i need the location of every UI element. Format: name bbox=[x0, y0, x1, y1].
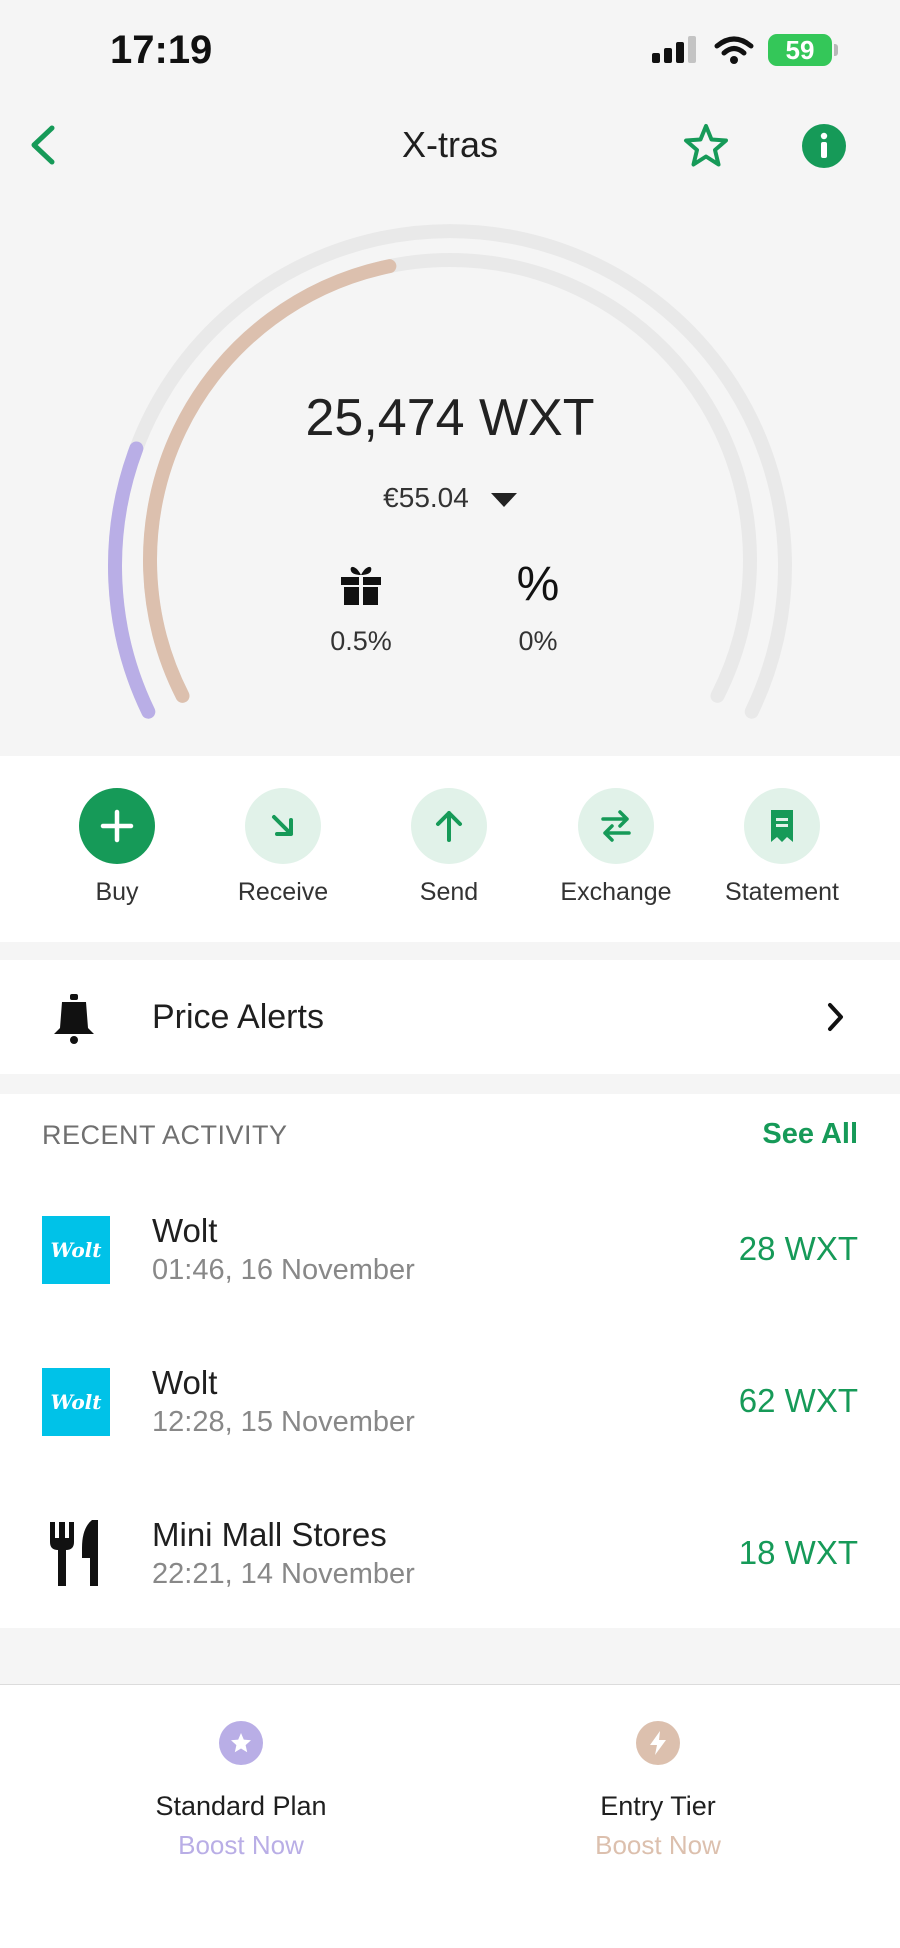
bolt-icon bbox=[650, 1731, 666, 1755]
merchant-logo-wolt: Wolt bbox=[42, 1216, 110, 1284]
status-time: 17:19 bbox=[110, 28, 213, 72]
transaction-amount: 28 WXT bbox=[738, 1230, 858, 1267]
plus-icon bbox=[100, 809, 134, 843]
arrow-down-right-icon bbox=[272, 815, 293, 836]
info-icon[interactable] bbox=[800, 122, 848, 170]
gauge-outer-track bbox=[108, 224, 792, 719]
see-all-link[interactable]: See All bbox=[762, 1118, 858, 1151]
receive-label: Receive bbox=[237, 878, 329, 906]
reward-rate-value: 0.5% bbox=[330, 626, 392, 656]
plan-title: Entry Tier bbox=[600, 1791, 716, 1821]
transaction-amount: 18 WXT bbox=[738, 1534, 858, 1571]
star-icon bbox=[231, 1733, 251, 1753]
gauge-inner-progress bbox=[143, 253, 757, 703]
transaction-merchant: Wolt bbox=[152, 1364, 218, 1401]
status-bar: 17:19 59 bbox=[0, 0, 900, 110]
recent-activity-header: RECENT ACTIVITY bbox=[42, 1120, 288, 1150]
recent-activity: RECENT ACTIVITY See All Wolt Wolt 01:46,… bbox=[0, 1094, 900, 1628]
buy-label: Buy bbox=[95, 878, 139, 906]
wifi-icon bbox=[714, 36, 754, 64]
fork-knife-icon bbox=[50, 1520, 98, 1586]
bell-icon bbox=[54, 994, 94, 1044]
plan-badge bbox=[636, 1721, 680, 1765]
receipt-icon bbox=[771, 810, 793, 842]
plan-badge bbox=[219, 1721, 263, 1765]
transaction-time: 12:28, 15 November bbox=[152, 1406, 415, 1438]
quick-actions: Buy Receive Send Exchange Statement bbox=[0, 756, 900, 942]
statement-label: Statement bbox=[725, 878, 839, 906]
gauge-inner-track bbox=[143, 253, 757, 703]
exchange-button[interactable]: Exchange bbox=[541, 788, 691, 907]
top-nav: X-tras bbox=[0, 110, 900, 180]
gauge-outer-progress bbox=[108, 224, 792, 719]
buy-button[interactable]: Buy bbox=[42, 788, 192, 907]
page-title: X-tras bbox=[401, 124, 498, 165]
statement-button-circle bbox=[744, 788, 820, 864]
balance-amount: 25,474 WXT bbox=[305, 389, 595, 447]
gift-icon bbox=[341, 566, 381, 605]
reward-rate-stat: 0.5% bbox=[301, 560, 421, 657]
price-alerts-row[interactable]: Price Alerts bbox=[0, 960, 900, 1074]
transaction-time: 22:21, 14 November bbox=[152, 1558, 415, 1590]
favorite-star-icon[interactable] bbox=[682, 122, 730, 170]
statement-button[interactable]: Statement bbox=[707, 788, 857, 907]
exchange-button-circle bbox=[578, 788, 654, 864]
receive-button[interactable]: Receive bbox=[208, 788, 358, 907]
arrow-up-icon bbox=[436, 811, 462, 842]
interest-rate-stat: % 0% bbox=[478, 560, 598, 657]
transaction-row[interactable]: Wolt Wolt 01:46, 16 November 28 WXT bbox=[0, 1200, 900, 1320]
standard-plan-card[interactable]: Standard Plan Boost Now bbox=[101, 1721, 381, 1861]
balance-gauge bbox=[108, 224, 792, 719]
cellular-signal-icon bbox=[652, 36, 696, 63]
exchange-label: Exchange bbox=[560, 878, 672, 906]
send-button[interactable]: Send bbox=[374, 788, 524, 907]
caret-down-icon bbox=[490, 492, 517, 507]
chevron-right-icon bbox=[828, 1003, 843, 1031]
entry-tier-card[interactable]: Entry Tier Boost Now bbox=[518, 1721, 798, 1861]
percent-icon: % bbox=[516, 558, 560, 611]
merchant-logo-wolt: Wolt bbox=[42, 1368, 110, 1436]
boost-now-link[interactable]: Boost Now bbox=[518, 1830, 798, 1861]
receive-button-circle bbox=[245, 788, 321, 864]
send-label: Send bbox=[419, 878, 479, 906]
exchange-icon bbox=[601, 810, 631, 842]
transaction-merchant: Wolt bbox=[152, 1212, 218, 1249]
transaction-merchant: Mini Mall Stores bbox=[152, 1516, 387, 1553]
transaction-time: 01:46, 16 November bbox=[152, 1254, 415, 1286]
transaction-row[interactable]: Mini Mall Stores 22:21, 14 November 18 W… bbox=[0, 1504, 900, 1624]
buy-button-circle bbox=[79, 788, 155, 864]
boost-now-link[interactable]: Boost Now bbox=[101, 1830, 381, 1861]
fiat-value: €55.04 bbox=[383, 482, 469, 513]
status-icons: 59 bbox=[652, 34, 838, 66]
send-button-circle bbox=[411, 788, 487, 864]
plan-bar: Standard Plan Boost Now Entry Tier Boost… bbox=[0, 1684, 900, 1948]
battery-level: 59 bbox=[785, 34, 815, 65]
fiat-value-dropdown[interactable]: €55.04 bbox=[0, 482, 900, 514]
battery-indicator: 59 bbox=[768, 34, 838, 66]
transaction-amount: 62 WXT bbox=[738, 1382, 858, 1419]
interest-rate-value: 0% bbox=[518, 626, 558, 656]
plan-title: Standard Plan bbox=[155, 1791, 327, 1821]
price-alerts-label: Price Alerts bbox=[152, 998, 324, 1036]
transaction-row[interactable]: Wolt Wolt 12:28, 15 November 62 WXT bbox=[0, 1352, 900, 1472]
